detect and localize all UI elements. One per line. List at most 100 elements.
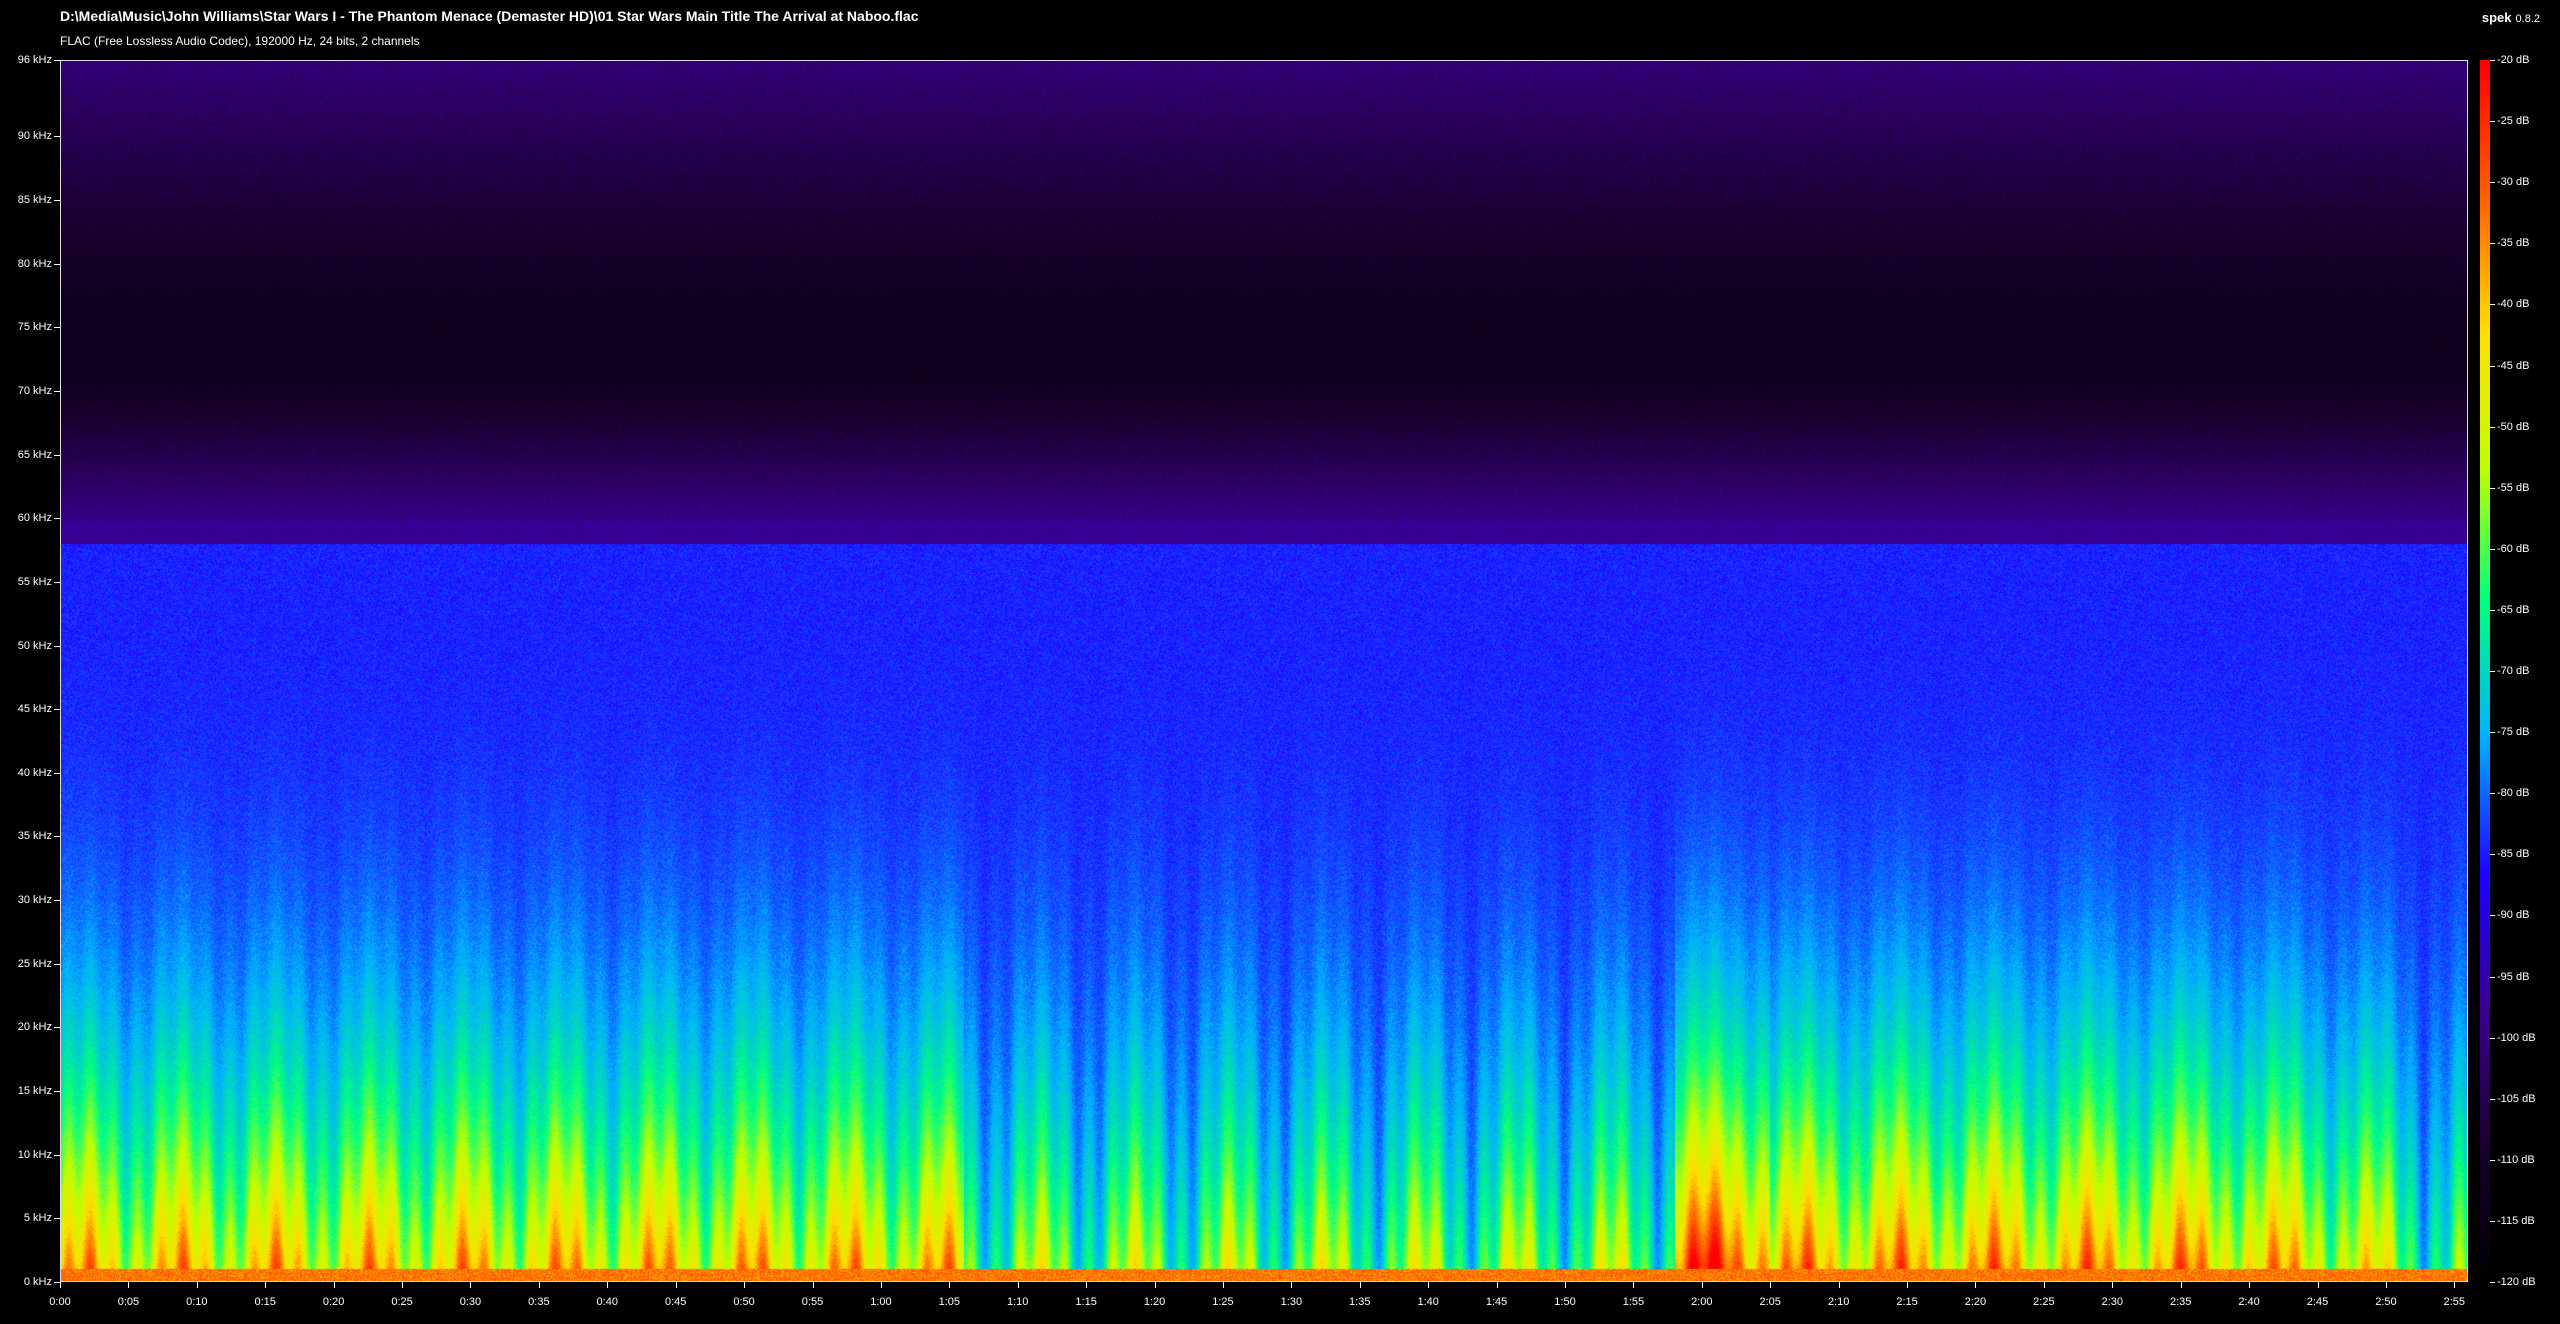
y-tick-label: 55 kHz xyxy=(17,575,52,588)
colorbar-tick xyxy=(2490,732,2495,734)
x-tick-label: 0:15 xyxy=(254,1296,276,1308)
y-tick xyxy=(54,963,60,965)
x-tick-label: 0:10 xyxy=(186,1296,208,1308)
x-tick xyxy=(1017,1282,1019,1288)
y-tick-label: 35 kHz xyxy=(17,830,52,843)
x-tick-label: 2:15 xyxy=(1896,1296,1918,1308)
x-tick xyxy=(2043,1282,2045,1288)
colorbar xyxy=(2480,60,2490,1282)
colorbar-label: -30 dB xyxy=(2497,176,2530,189)
colorbar-tick xyxy=(2490,548,2495,550)
colorbar-tick xyxy=(2490,487,2495,489)
x-tick xyxy=(196,1282,198,1288)
x-tick-label: 0:20 xyxy=(322,1296,345,1308)
x-tick-label: 1:05 xyxy=(938,1296,961,1308)
x-tick xyxy=(744,1282,746,1288)
x-tick xyxy=(949,1282,951,1288)
colorbar-label: -105 dB xyxy=(2497,1092,2536,1105)
colorbar-tick xyxy=(2490,1220,2495,1222)
x-tick xyxy=(128,1282,130,1288)
x-tick xyxy=(2317,1282,2319,1288)
app-version-label: spek 0.8.2 xyxy=(2482,10,2540,25)
x-tick xyxy=(2454,1282,2456,1288)
y-tick-label: 70 kHz xyxy=(17,384,52,397)
colorbar-label: -65 dB xyxy=(2497,603,2530,616)
x-tick-label: 0:00 xyxy=(49,1296,71,1308)
colorbar-label: -120 dB xyxy=(2497,1276,2536,1288)
x-tick-label: 2:00 xyxy=(1691,1296,1713,1308)
app-name: spek xyxy=(2481,10,2512,25)
y-tick-label: 60 kHz xyxy=(17,512,52,525)
colorbar-tick xyxy=(2490,60,2495,61)
x-tick-label: 2:50 xyxy=(2375,1296,2397,1308)
y-tick xyxy=(54,136,60,138)
colorbar-tick xyxy=(2490,426,2495,428)
colorbar-label: -25 dB xyxy=(2497,115,2530,128)
colorbar-tick xyxy=(2490,854,2495,856)
y-tick xyxy=(54,1091,60,1093)
x-tick xyxy=(1291,1282,1293,1288)
y-tick xyxy=(54,900,60,902)
x-tick-label: 2:05 xyxy=(1759,1296,1781,1308)
x-tick xyxy=(2249,1282,2251,1288)
x-tick-label: 0:30 xyxy=(459,1296,482,1308)
x-tick-label: 1:20 xyxy=(1143,1296,1166,1308)
x-tick xyxy=(1086,1282,1088,1288)
y-tick xyxy=(54,454,60,456)
y-tick-label: 80 kHz xyxy=(17,257,52,270)
file-path-title: D:\Media\Music\John Williams\Star Wars I… xyxy=(60,8,919,24)
x-tick xyxy=(1565,1282,1566,1288)
y-tick xyxy=(54,1154,60,1156)
colorbar-label: -35 dB xyxy=(2497,237,2530,250)
colorbar-label: -100 dB xyxy=(2497,1031,2536,1044)
x-tick xyxy=(402,1282,404,1288)
x-tick-label: 1:45 xyxy=(1485,1296,1508,1308)
y-tick-label: 65 kHz xyxy=(17,448,52,461)
colorbar-label: -70 dB xyxy=(2497,665,2530,677)
colorbar-tick xyxy=(2490,182,2495,184)
file-info: FLAC (Free Lossless Audio Codec), 192000… xyxy=(60,34,420,48)
spectrogram-plot xyxy=(60,60,2468,1282)
colorbar-tick xyxy=(2490,671,2495,672)
y-tick-label: 25 kHz xyxy=(17,957,52,970)
y-tick xyxy=(54,1027,60,1029)
x-tick xyxy=(880,1282,882,1288)
x-tick-label: 2:20 xyxy=(1964,1296,1987,1308)
y-tick xyxy=(54,645,60,647)
x-tick-label: 2:55 xyxy=(2443,1296,2466,1308)
x-tick-label: 1:10 xyxy=(1007,1296,1029,1308)
x-tick-label: 2:25 xyxy=(2033,1296,2055,1308)
x-tick xyxy=(1907,1282,1909,1288)
y-tick xyxy=(54,327,60,329)
x-tick-label: 0:25 xyxy=(391,1296,413,1308)
colorbar-label: -95 dB xyxy=(2497,970,2530,983)
x-tick xyxy=(1222,1282,1224,1288)
x-tick xyxy=(1975,1282,1977,1288)
colorbar-tick xyxy=(2490,243,2495,245)
y-tick-label: 15 kHz xyxy=(17,1085,52,1098)
x-tick-label: 1:30 xyxy=(1280,1296,1303,1308)
colorbar-label: -20 dB xyxy=(2497,54,2530,66)
x-tick-label: 2:45 xyxy=(2306,1296,2329,1308)
x-tick xyxy=(2180,1282,2182,1288)
x-tick-label: 2:35 xyxy=(2169,1296,2192,1308)
x-tick xyxy=(2385,1282,2387,1288)
colorbar-label: -85 dB xyxy=(2497,848,2530,861)
colorbar-label: -90 dB xyxy=(2497,909,2530,922)
y-tick-label: 5 kHz xyxy=(23,1212,52,1225)
colorbar-label: -115 dB xyxy=(2497,1214,2535,1227)
colorbar-tick xyxy=(2490,793,2495,795)
y-tick-label: 75 kHz xyxy=(17,321,52,334)
app-version: 0.8.2 xyxy=(2515,13,2540,25)
colorbar-tick xyxy=(2490,609,2495,611)
x-tick xyxy=(1770,1282,1772,1288)
x-tick xyxy=(1496,1282,1498,1288)
spectrogram-canvas xyxy=(61,61,2467,1281)
x-tick xyxy=(1701,1282,1703,1288)
y-tick-label: 96 kHz xyxy=(17,54,52,66)
x-tick-label: 2:10 xyxy=(1827,1296,1850,1308)
colorbar-label: -50 dB xyxy=(2497,420,2530,433)
y-tick xyxy=(54,60,60,61)
y-tick xyxy=(54,518,60,520)
x-tick xyxy=(1633,1282,1635,1288)
